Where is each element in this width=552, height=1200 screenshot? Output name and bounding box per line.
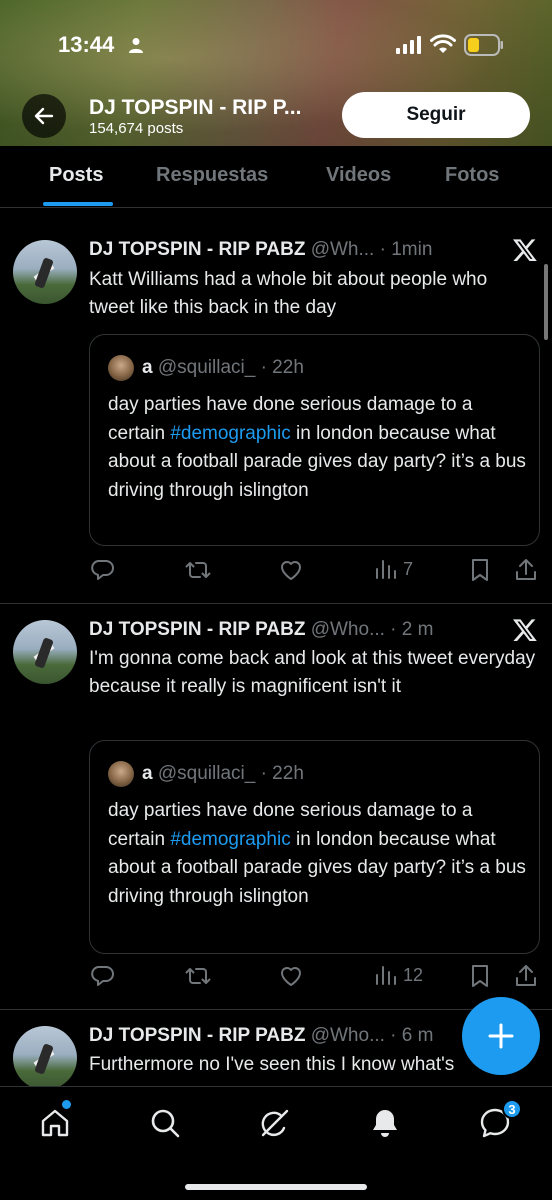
avatar[interactable] bbox=[13, 1026, 77, 1086]
quote-header: a @squillaci_ · 22h bbox=[142, 763, 304, 785]
heart-icon bbox=[281, 561, 301, 580]
reply-icon bbox=[91, 560, 114, 580]
home-icon bbox=[41, 1109, 69, 1137]
author-handle-time: @Who... · 2 m bbox=[305, 619, 434, 640]
quote-author-name: a bbox=[142, 763, 153, 784]
repost-button[interactable] bbox=[185, 964, 211, 988]
compose-button[interactable] bbox=[462, 997, 540, 1075]
notifications-icon bbox=[373, 1110, 397, 1137]
share-button[interactable] bbox=[515, 558, 537, 582]
nav-search[interactable] bbox=[145, 1103, 185, 1143]
tweet-header: DJ TOPSPIN - RIP PABZ @Who... · 2 m bbox=[89, 619, 433, 641]
cellular-signal-icon bbox=[396, 36, 421, 54]
grok-icon bbox=[261, 1109, 289, 1137]
active-tab-indicator bbox=[43, 202, 113, 206]
author-name[interactable]: DJ TOPSPIN - RIP PABZ bbox=[89, 619, 305, 640]
nav-grok[interactable] bbox=[255, 1103, 295, 1143]
nav-notifications[interactable] bbox=[365, 1103, 405, 1143]
quote-handle-time: @squillaci_ · 22h bbox=[152, 357, 304, 378]
views-count: 12 bbox=[403, 964, 424, 985]
quote-avatar bbox=[108, 355, 134, 381]
tweet[interactable]: DJ TOPSPIN - RIP PABZ @Who... · 2 m I'm … bbox=[0, 604, 552, 1010]
bookmark-button[interactable] bbox=[470, 558, 490, 582]
tab-photos[interactable]: Fotos bbox=[445, 164, 499, 187]
hashtag-link[interactable]: #demographic bbox=[170, 829, 290, 850]
quote-text: day parties have done serious damage to … bbox=[108, 394, 526, 501]
quoted-tweet[interactable]: a @squillaci_ · 22h day parties have don… bbox=[89, 334, 540, 546]
quote-header: a @squillaci_ · 22h bbox=[142, 357, 304, 379]
tweet-header: DJ TOPSPIN - RIP PABZ @Who... · 6 m bbox=[89, 1025, 433, 1047]
status-bar: 13:44 bbox=[0, 0, 552, 90]
back-button[interactable] bbox=[22, 94, 66, 138]
bookmark-button[interactable] bbox=[470, 964, 490, 988]
author-name[interactable]: DJ TOPSPIN - RIP PABZ bbox=[89, 1025, 305, 1046]
like-button[interactable] bbox=[279, 558, 303, 582]
author-handle-time: @Who... · 6 m bbox=[305, 1025, 434, 1046]
tweet[interactable]: DJ TOPSPIN - RIP PABZ @Wh... · 1min Katt… bbox=[0, 218, 552, 604]
tweet-header: DJ TOPSPIN - RIP PABZ @Wh... · 1min bbox=[89, 239, 432, 261]
views-count: 7 bbox=[403, 558, 414, 579]
repost-button[interactable] bbox=[185, 558, 211, 582]
profile-name: DJ TOPSPIN - RIP P... bbox=[89, 96, 302, 119]
search-icon bbox=[151, 1109, 180, 1138]
heart-icon bbox=[281, 967, 301, 986]
share-button[interactable] bbox=[515, 964, 537, 988]
status-time: 13:44 bbox=[58, 32, 115, 57]
share-icon bbox=[516, 965, 536, 986]
bottom-navigation: 3 bbox=[0, 1086, 552, 1200]
avatar[interactable] bbox=[13, 620, 77, 684]
post-count: 154,674 posts bbox=[89, 120, 184, 137]
reply-button[interactable] bbox=[90, 558, 114, 582]
tweet-text: I'm gonna come back and look at this twe… bbox=[89, 648, 536, 697]
home-unread-dot bbox=[62, 1100, 71, 1109]
repost-icon bbox=[185, 562, 211, 578]
repost-icon bbox=[185, 968, 211, 984]
quoted-tweet[interactable]: a @squillaci_ · 22h day parties have don… bbox=[89, 740, 540, 954]
quote-handle-time: @squillaci_ · 22h bbox=[152, 763, 304, 784]
hashtag-link[interactable]: #demographic bbox=[170, 423, 290, 444]
person-icon bbox=[129, 38, 143, 53]
wifi-icon bbox=[430, 34, 456, 53]
home-indicator bbox=[185, 1184, 367, 1190]
reply-button[interactable] bbox=[90, 964, 114, 988]
avatar[interactable] bbox=[13, 240, 77, 304]
views-button[interactable]: 7 bbox=[375, 558, 413, 580]
back-arrow-icon bbox=[34, 107, 54, 125]
bookmark-icon bbox=[472, 559, 488, 581]
quote-author-name: a bbox=[142, 357, 153, 378]
x-logo-icon bbox=[512, 619, 537, 642]
like-button[interactable] bbox=[279, 964, 303, 988]
plus-icon bbox=[488, 1023, 514, 1049]
tweet-text: Katt Williams had a whole bit about peop… bbox=[89, 269, 488, 318]
reply-icon bbox=[91, 966, 114, 986]
views-chart-icon bbox=[376, 966, 396, 985]
quote-text: day parties have done serious damage to … bbox=[108, 800, 526, 907]
tab-videos[interactable]: Videos bbox=[326, 164, 391, 187]
views-chart-icon bbox=[376, 560, 396, 579]
tab-posts[interactable]: Posts bbox=[49, 164, 103, 187]
tweet-actions: 7 bbox=[0, 558, 552, 588]
profile-tabs: Posts Respuestas Videos Fotos bbox=[0, 146, 552, 208]
x-logo-icon bbox=[512, 239, 537, 262]
share-icon bbox=[516, 559, 536, 580]
tweet-actions: 12 bbox=[0, 964, 552, 994]
author-handle-time: @Wh... · 1min bbox=[305, 239, 433, 260]
views-button[interactable]: 12 bbox=[375, 964, 423, 986]
author-name[interactable]: DJ TOPSPIN - RIP PABZ bbox=[89, 239, 305, 260]
tab-replies[interactable]: Respuestas bbox=[156, 164, 268, 187]
quote-avatar bbox=[108, 761, 134, 787]
bookmark-icon bbox=[472, 965, 488, 987]
battery-icon bbox=[464, 34, 503, 56]
messages-badge: 3 bbox=[502, 1099, 522, 1119]
nav-home[interactable] bbox=[35, 1103, 75, 1143]
follow-button[interactable]: Seguir bbox=[342, 92, 530, 138]
